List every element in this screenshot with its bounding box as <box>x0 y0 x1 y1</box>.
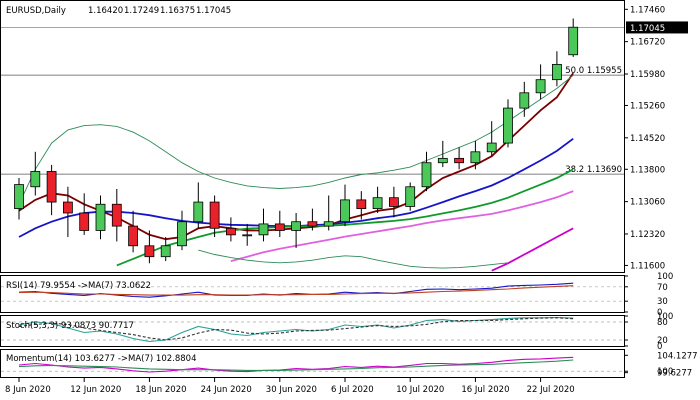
time-tick-label: 10 Jul 2020 <box>396 385 444 395</box>
candle-body <box>274 223 285 231</box>
trading-chart[interactable]: 50.0 1.15955 38.2 1.13690 EURUSD,Daily 1.… <box>0 0 700 400</box>
candle-body <box>95 203 106 231</box>
candle-body <box>437 157 448 164</box>
ohlc-close: 1.17045 <box>196 6 231 16</box>
candle <box>405 182 416 211</box>
fib-level-label: 38.2 1.13690 <box>565 165 622 175</box>
candle-body <box>405 186 416 207</box>
candle-body <box>470 151 481 164</box>
candle-body <box>79 212 90 231</box>
price-tick-label: 1.15260 <box>630 101 665 111</box>
price-tick-label: 1.16720 <box>630 38 665 48</box>
candle-body <box>111 203 122 227</box>
price-tick-label: 1.11600 <box>630 261 665 271</box>
time-tick-label: 12 Jun 2020 <box>70 385 121 395</box>
price-tick-label: 1.14520 <box>630 134 665 144</box>
candle-body <box>63 201 73 214</box>
candle-body <box>46 171 57 203</box>
candle-body <box>258 223 269 236</box>
candle-body <box>307 221 318 227</box>
candle-body <box>421 162 432 188</box>
time-tick-label: 30 Jun 2020 <box>266 385 317 395</box>
panel-tick-label: 30 <box>657 297 668 307</box>
candle-body <box>128 225 139 247</box>
candle-body <box>552 63 562 81</box>
panel-tick-label: 104.1277 <box>657 351 698 361</box>
candle-body <box>454 157 465 164</box>
candle-body <box>144 245 155 258</box>
candle-body <box>209 201 220 229</box>
candle-body <box>242 234 253 237</box>
time-tick-label: 6 Jul 2020 <box>331 385 374 395</box>
fib-level-label: 50.0 1.15955 <box>565 66 622 76</box>
price-tick-label: 1.13800 <box>630 165 665 175</box>
ohlc-open: 1.16420 <box>88 6 123 16</box>
current-price-label: 1.17045 <box>630 24 665 34</box>
candle-body <box>225 227 236 236</box>
time-tick-label: 22 Jul 2020 <box>527 385 575 395</box>
candle-body <box>372 197 383 210</box>
candle-body <box>291 221 302 231</box>
panel-tick-label: 80 <box>657 318 668 328</box>
time-tick-label: 8 Jun 2020 <box>5 385 51 395</box>
ohlc-high: 1.17249 <box>124 6 159 16</box>
price-tick-label: 1.12320 <box>630 230 665 240</box>
candle-body <box>193 201 204 223</box>
rsi-title: RSI(14) 79.9554 ->MA(7) 73.0622 <box>6 281 151 291</box>
candle-body <box>356 199 367 210</box>
candle-body <box>14 184 24 210</box>
ohlc-low: 1.16375 <box>160 6 195 16</box>
candle-body <box>340 199 350 223</box>
time-tick-label: 16 Jul 2020 <box>461 385 509 395</box>
candle-body <box>177 221 187 247</box>
time-tick-label: 18 Jun 2020 <box>135 385 186 395</box>
candle-body <box>503 107 513 144</box>
candle-body <box>535 79 546 94</box>
time-tick-label: 24 Jun 2020 <box>201 385 252 395</box>
panel-tick-label: 70 <box>657 283 668 293</box>
candle-body <box>519 92 530 109</box>
candle-body <box>30 171 41 188</box>
candle-body <box>160 245 171 258</box>
candle-body <box>388 197 399 207</box>
candle-body <box>486 142 497 153</box>
momentum-title: Momentum(14) 103.6277 ->MA(7) 102.8804 <box>6 354 196 364</box>
candle-body <box>323 221 334 227</box>
panel-tick-label: 99.6277 <box>657 369 692 379</box>
price-tick-label: 1.17460 <box>630 5 665 15</box>
price-tick-label: 1.13060 <box>630 198 665 208</box>
panel-tick-label: 100 <box>657 272 673 282</box>
symbol-title: EURUSD,Daily <box>6 6 66 16</box>
price-tick-label: 1.15980 <box>630 70 665 80</box>
candle-body <box>568 26 579 56</box>
stoch-title: Stoch(5,3,3) 93.0873 90.7717 <box>6 321 134 331</box>
